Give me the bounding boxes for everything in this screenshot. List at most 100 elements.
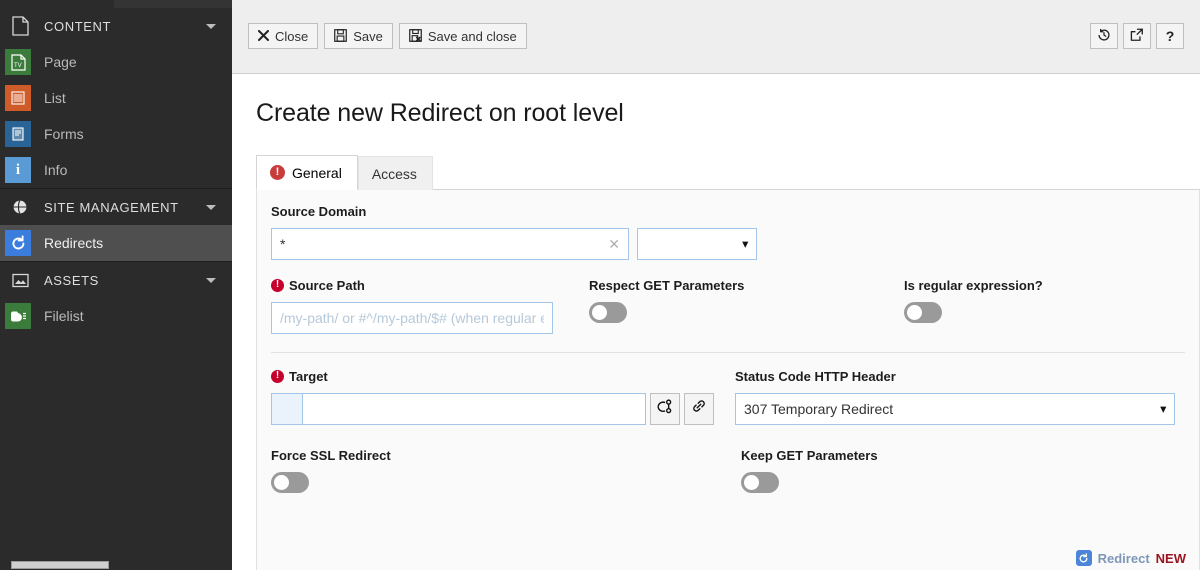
source-domain-input-wrap: ✕ (271, 227, 629, 260)
sidebar-item-filelist-label: Filelist (44, 308, 84, 324)
save-button[interactable]: Save (324, 23, 393, 49)
close-x-icon (258, 29, 269, 43)
tab-general[interactable]: ! General (256, 154, 358, 190)
source-domain-row: Source Domain ✕ ▾ (271, 204, 1185, 260)
sidebar-item-info[interactable]: i Info (0, 152, 232, 188)
module-group-assets[interactable]: ASSETS (0, 262, 232, 298)
toggle-knob (274, 474, 289, 490)
sidebar-item-forms[interactable]: Forms (0, 116, 232, 152)
chain-link-icon (691, 398, 707, 419)
sidebar-item-list[interactable]: List (0, 80, 232, 116)
source-path-field: ! Source Path (271, 278, 589, 334)
keep-get-parameters-label: Keep GET Parameters (741, 447, 878, 463)
source-domain-field: Source Domain ✕ ▾ (271, 204, 767, 260)
record-state-label: NEW (1155, 550, 1186, 566)
module-group-site-management-label: SITE MANAGEMENT (44, 199, 179, 215)
force-ssl-redirect-label: Force SSL Redirect (271, 447, 391, 463)
section-divider (271, 351, 1185, 353)
help-button[interactable]: ? (1156, 23, 1184, 49)
page-tv-icon: TV (0, 44, 36, 80)
module-menu-scroll-peek (114, 0, 232, 8)
history-button[interactable] (1090, 23, 1118, 49)
status-code-select[interactable]: 307 Temporary Redirect (735, 392, 1175, 425)
sidebar-item-redirects[interactable]: Redirects (0, 225, 232, 261)
target-label: ! Target (271, 369, 725, 384)
source-path-row: ! Source Path Respect GET Parameters Is … (271, 278, 1185, 334)
close-button-label: Close (275, 28, 309, 44)
chevron-down-icon[interactable] (206, 204, 216, 210)
keep-get-parameters-toggle[interactable] (741, 471, 779, 493)
module-menu-sidebar: CONTENT TV Page List Forms i Info SITE M… (0, 0, 232, 570)
ssl-row: Force SSL Redirect Keep GET Parameters (271, 448, 1185, 498)
tab-access[interactable]: Access (357, 155, 433, 190)
sidebar-scrollbar-thumb[interactable] (11, 561, 109, 569)
source-path-input[interactable] (271, 301, 553, 334)
respect-get-parameters-label: Respect GET Parameters (589, 277, 745, 293)
respect-get-parameters-toggle[interactable] (589, 301, 627, 323)
module-group-content[interactable]: CONTENT (0, 8, 232, 44)
target-row: ! Target Status Code HTTP Header 307 Tem… (271, 369, 1185, 425)
sidebar-horizontal-scrollbar[interactable] (0, 559, 232, 570)
status-code-select-wrap: 307 Temporary Redirect ▾ (735, 392, 1175, 425)
source-domain-input[interactable] (271, 227, 629, 260)
sidebar-item-forms-label: Forms (44, 126, 84, 142)
target-field: ! Target (271, 369, 735, 425)
link-explanation-button[interactable] (684, 392, 714, 425)
sidebar-item-redirects-label: Redirects (44, 235, 104, 251)
link-browser-button[interactable] (650, 392, 680, 425)
record-type-label: Redirect (1097, 550, 1150, 566)
save-and-close-button[interactable]: Save and close (398, 23, 527, 49)
sidebar-item-filelist[interactable]: Filelist (0, 298, 232, 334)
link-browser-icon (657, 398, 673, 419)
source-domain-select-wrap: ▾ (637, 227, 757, 260)
tab-access-label: Access (371, 165, 417, 182)
globe-icon (2, 189, 38, 225)
module-group-assets-label: ASSETS (44, 272, 99, 288)
tab-general-label: General (292, 164, 342, 181)
save-and-close-button-label: Save and close (427, 28, 517, 44)
module-group-site-management[interactable]: SITE MANAGEMENT (0, 189, 232, 225)
source-domain-label: Source Domain (271, 203, 367, 219)
history-clock-icon (1097, 28, 1111, 44)
respect-get-parameters-field: Respect GET Parameters (589, 278, 904, 334)
required-badge-icon: ! (271, 369, 284, 383)
target-input[interactable] (302, 392, 646, 425)
redirect-form-panel: Source Domain ✕ ▾ (256, 189, 1200, 570)
sidebar-item-page[interactable]: TV Page (0, 44, 232, 80)
help-question-icon: ? (1165, 28, 1175, 44)
record-info-footer: Redirect NEW (1075, 550, 1186, 566)
toggle-knob (744, 474, 759, 490)
save-close-icon (409, 28, 422, 44)
target-input-group (271, 392, 725, 425)
info-icon: i (0, 152, 36, 188)
save-button-label: Save (353, 28, 383, 44)
svg-text:TV: TV (14, 63, 22, 69)
keep-get-parameters-field: Keep GET Parameters (741, 448, 888, 498)
typo3-backend: CONTENT TV Page List Forms i Info SITE M… (0, 0, 1200, 570)
document-header-toolbar: Close Save Save and close ? (232, 0, 1200, 74)
docheader-secondary-buttons: ? (1090, 23, 1184, 49)
docheader-primary-buttons: Close Save Save and close (248, 23, 533, 49)
module-content-area: Close Save Save and close ? Create new R… (232, 0, 1200, 570)
target-label-text: Target (289, 368, 328, 384)
sidebar-item-list-label: List (44, 90, 66, 106)
is-regular-expression-field: Is regular expression? (904, 278, 1053, 334)
folder-icon (0, 298, 36, 334)
image-icon (2, 262, 38, 298)
force-ssl-redirect-toggle[interactable] (271, 471, 309, 493)
page-document-icon (2, 8, 38, 44)
force-ssl-redirect-field: Force SSL Redirect (271, 448, 741, 498)
clear-x-icon[interactable]: ✕ (608, 237, 620, 251)
chevron-down-icon[interactable] (206, 23, 216, 29)
view-webpage-button[interactable] (1123, 23, 1151, 49)
close-button[interactable]: Close (248, 23, 319, 49)
source-domain-select[interactable] (637, 227, 757, 260)
chevron-down-icon[interactable] (206, 277, 216, 283)
source-path-label-text: Source Path (289, 277, 365, 293)
status-code-label: Status Code HTTP Header (735, 368, 896, 384)
toggle-knob (592, 304, 607, 320)
redirect-icon (0, 225, 36, 261)
sidebar-item-page-label: Page (44, 54, 77, 70)
is-regular-expression-toggle[interactable] (904, 301, 942, 323)
status-code-field: Status Code HTTP Header 307 Temporary Re… (735, 369, 1185, 425)
